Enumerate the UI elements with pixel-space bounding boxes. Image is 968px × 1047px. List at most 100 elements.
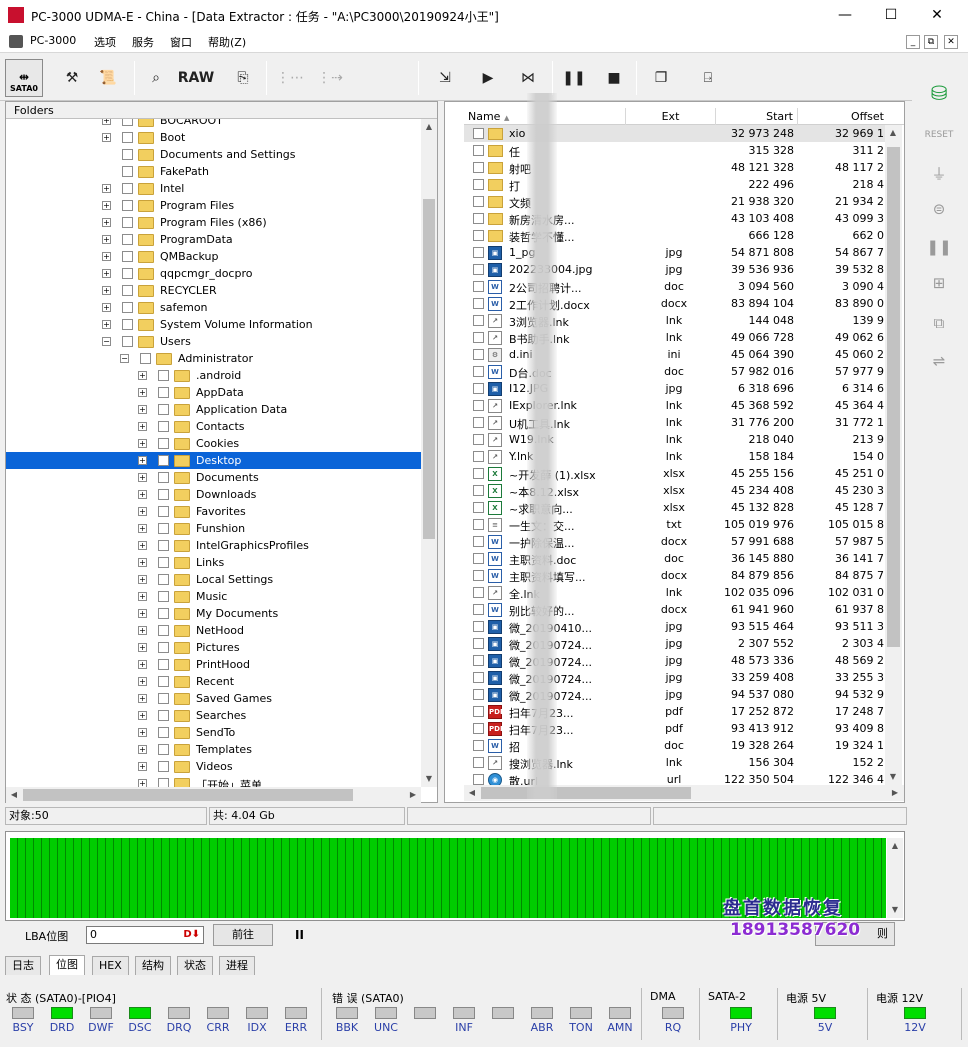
tree-checkbox[interactable]	[158, 455, 169, 466]
tree-item[interactable]: + My Documents	[6, 605, 421, 622]
file-checkbox[interactable]	[473, 757, 484, 768]
power-plug-icon[interactable]: ⏚	[922, 159, 956, 187]
tree-checkbox[interactable]	[158, 693, 169, 704]
play-icon[interactable]: ▶	[476, 60, 500, 96]
tree-item[interactable]: + RECYCLER	[6, 282, 421, 299]
tree-checkbox[interactable]	[122, 268, 133, 279]
exit-icon[interactable]: ⍈	[694, 60, 722, 96]
tab-hex[interactable]: HEX	[92, 956, 129, 975]
expand-icon[interactable]: +	[138, 541, 147, 550]
scroll-thumb[interactable]	[481, 787, 691, 799]
file-checkbox[interactable]	[473, 162, 484, 173]
mdi-minimize-button[interactable]: _	[906, 35, 920, 49]
expand-icon[interactable]: +	[138, 473, 147, 482]
scroll-thumb[interactable]	[423, 199, 435, 539]
tree-checkbox[interactable]	[158, 421, 169, 432]
collapse-icon[interactable]: −	[102, 337, 111, 346]
expand-icon[interactable]: +	[102, 303, 111, 312]
tree-checkbox[interactable]	[122, 234, 133, 245]
scroll-down-icon[interactable]: ▼	[885, 769, 901, 785]
tree-checkbox[interactable]	[158, 642, 169, 653]
tree-item[interactable]: + Pictures	[6, 639, 421, 656]
tree-checkbox[interactable]	[122, 132, 133, 143]
expand-icon[interactable]: +	[138, 694, 147, 703]
tree-item[interactable]: + Cookies	[6, 435, 421, 452]
tree-item[interactable]: + Intel	[6, 180, 421, 197]
scroll-icon[interactable]: 📜	[94, 60, 122, 96]
menu-service[interactable]: 服务	[132, 34, 154, 50]
scroll-left-icon[interactable]: ◀	[6, 787, 22, 803]
expand-icon[interactable]: +	[138, 745, 147, 754]
tree-checkbox[interactable]	[158, 591, 169, 602]
tree-item[interactable]: + Searches	[6, 707, 421, 724]
tree-checkbox[interactable]	[140, 353, 151, 364]
file-checkbox[interactable]	[473, 689, 484, 700]
tree-item[interactable]: + Favorites	[6, 503, 421, 520]
tab-process[interactable]: 进程	[219, 956, 255, 975]
file-checkbox[interactable]	[473, 774, 484, 785]
scroll-right-icon[interactable]: ▶	[887, 785, 903, 801]
bridge-icon[interactable]: ⇌	[922, 347, 956, 375]
tree-item[interactable]: + Contacts	[6, 418, 421, 435]
expand-icon[interactable]: +	[138, 762, 147, 771]
file-checkbox[interactable]	[473, 366, 484, 377]
tree-checkbox[interactable]	[158, 404, 169, 415]
tab-log[interactable]: 日志	[5, 956, 41, 975]
expand-icon[interactable]: +	[102, 119, 111, 125]
expand-icon[interactable]: +	[102, 320, 111, 329]
tree-item[interactable]: + safemon	[6, 299, 421, 316]
file-checkbox[interactable]	[473, 213, 484, 224]
tree-checkbox[interactable]	[158, 625, 169, 636]
tree-checkbox[interactable]	[122, 217, 133, 228]
file-checkbox[interactable]	[473, 264, 484, 275]
file-checkbox[interactable]	[473, 434, 484, 445]
expand-icon[interactable]: +	[102, 269, 111, 278]
tree-checkbox[interactable]	[158, 370, 169, 381]
file-checkbox[interactable]	[473, 247, 484, 258]
tree-checkbox[interactable]	[158, 472, 169, 483]
expand-icon[interactable]: +	[102, 184, 111, 193]
tree-checkbox[interactable]	[158, 744, 169, 755]
tree-item[interactable]: + Recent	[6, 673, 421, 690]
drive-power-icon[interactable]: ⊜	[922, 195, 956, 223]
folder-open-icon[interactable]: ⎘	[228, 60, 258, 96]
menu-options[interactable]: 选项	[94, 34, 116, 50]
expand-icon[interactable]: +	[138, 507, 147, 516]
tree-checkbox[interactable]	[122, 166, 133, 177]
file-list-vertical-scrollbar[interactable]: ▲ ▼	[885, 125, 902, 785]
tree-checkbox[interactable]	[158, 574, 169, 585]
tree-checkbox[interactable]	[158, 761, 169, 772]
tree-item[interactable]: + .android	[6, 367, 421, 384]
tree-checkbox[interactable]	[122, 302, 133, 313]
tree-item[interactable]: + IntelGraphicsProfiles	[6, 537, 421, 554]
tab-status[interactable]: 状态	[177, 956, 213, 975]
tree-item[interactable]: + qqpcmgr_docpro	[6, 265, 421, 282]
tree-checkbox[interactable]	[122, 336, 133, 347]
tree-checkbox[interactable]	[122, 149, 133, 160]
tree-item[interactable]: FakePath	[6, 163, 421, 180]
tree-item[interactable]: + Desktop	[6, 452, 421, 469]
file-checkbox[interactable]	[473, 145, 484, 156]
file-checkbox[interactable]	[473, 400, 484, 411]
expand-icon[interactable]: +	[138, 711, 147, 720]
tab-structure[interactable]: 结构	[135, 956, 171, 975]
column-start-header[interactable]: Start	[716, 108, 798, 125]
tree-checkbox[interactable]	[158, 438, 169, 449]
tree-item[interactable]: + ProgramData	[6, 231, 421, 248]
map-pause-button[interactable]: II	[295, 928, 304, 942]
expand-icon[interactable]: +	[102, 218, 111, 227]
tree-item[interactable]: + AppData	[6, 384, 421, 401]
tree-checkbox[interactable]	[158, 676, 169, 687]
scroll-up-icon[interactable]: ▲	[887, 838, 903, 854]
expand-icon[interactable]: +	[138, 490, 147, 499]
tree-checkbox[interactable]	[122, 200, 133, 211]
tree-checkbox[interactable]	[158, 608, 169, 619]
file-checkbox[interactable]	[473, 196, 484, 207]
scroll-right-icon[interactable]: ▶	[405, 787, 421, 803]
file-checkbox[interactable]	[473, 383, 484, 394]
tree-checkbox[interactable]	[158, 710, 169, 721]
expand-icon[interactable]: +	[102, 286, 111, 295]
tree-item[interactable]: + Boot	[6, 129, 421, 146]
database-icon[interactable]: ⛁	[922, 79, 956, 107]
expand-icon[interactable]: +	[138, 456, 147, 465]
